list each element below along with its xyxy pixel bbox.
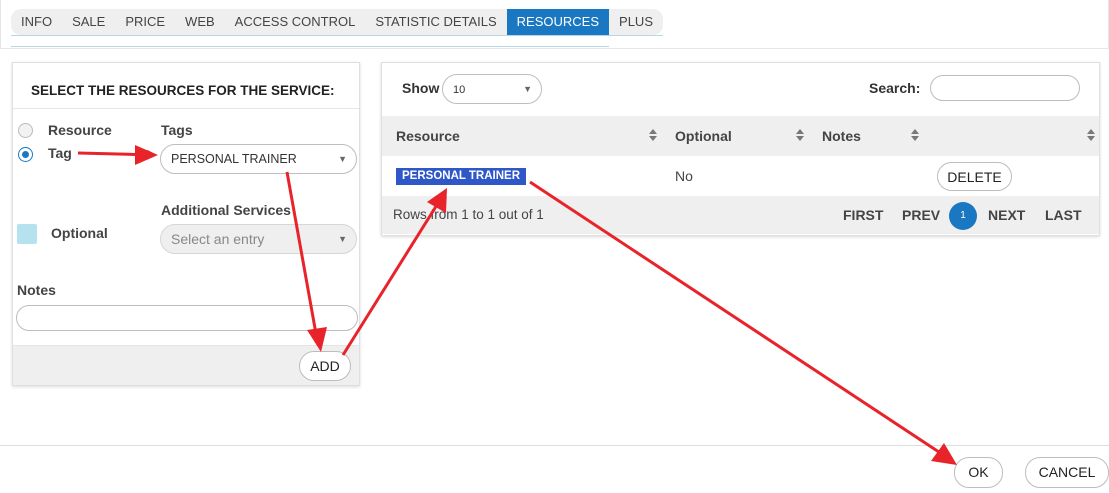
panel-footer: ADD bbox=[13, 345, 359, 385]
tab-web[interactable]: WEB bbox=[175, 9, 225, 35]
resources-table-panel: Show 10 ▼ Search: Resource Optional Note… bbox=[381, 62, 1100, 236]
table-row: PERSONAL TRAINER No DELETE bbox=[382, 156, 1099, 196]
radio-tag[interactable] bbox=[18, 147, 33, 162]
ok-button[interactable]: OK bbox=[954, 457, 1003, 488]
tags-label: Tags bbox=[161, 122, 193, 138]
sort-icon[interactable] bbox=[911, 128, 919, 142]
tab-price[interactable]: PRICE bbox=[115, 9, 176, 35]
tags-select[interactable]: PERSONAL TRAINER ▼ bbox=[160, 144, 357, 174]
pagination-first[interactable]: FIRST bbox=[843, 196, 883, 234]
additional-services-label: Additional Services bbox=[161, 202, 291, 218]
tab-resources[interactable]: RESOURCES bbox=[506, 9, 610, 35]
rows-info: Rows from 1 to 1 out of 1 bbox=[393, 207, 544, 222]
sort-icon[interactable] bbox=[796, 128, 804, 142]
panel-title: SELECT THE RESOURCES FOR THE SERVICE: bbox=[31, 83, 335, 98]
search-label: Search: bbox=[869, 80, 921, 96]
add-button[interactable]: ADD bbox=[299, 351, 351, 381]
optional-checkbox[interactable] bbox=[17, 224, 37, 244]
tab-statistic-details[interactable]: STATISTIC DETAILS bbox=[365, 9, 507, 35]
resource-selection-panel: SELECT THE RESOURCES FOR THE SERVICE: Re… bbox=[12, 62, 360, 386]
divider bbox=[13, 108, 359, 109]
pagination-current[interactable]: 1 bbox=[949, 202, 977, 230]
tags-select-value: PERSONAL TRAINER bbox=[171, 152, 297, 166]
radio-tag-label: Tag bbox=[48, 145, 72, 161]
dialog: INFO SALE PRICE WEB ACCESS CONTROL STATI… bbox=[0, 0, 1109, 493]
cancel-button[interactable]: CANCEL bbox=[1025, 457, 1109, 488]
sort-icon[interactable] bbox=[1087, 128, 1095, 142]
sort-icon[interactable] bbox=[649, 128, 657, 142]
additional-services-placeholder: Select an entry bbox=[171, 231, 265, 247]
column-header-optional[interactable]: Optional bbox=[675, 116, 732, 156]
additional-services-select: Select an entry ▼ bbox=[160, 224, 357, 254]
show-label: Show bbox=[402, 80, 440, 96]
tab-info[interactable]: INFO bbox=[11, 9, 63, 35]
tab-bar: INFO SALE PRICE WEB ACCESS CONTROL STATI… bbox=[11, 9, 663, 36]
page-size-value: 10 bbox=[453, 84, 466, 96]
optional-cell: No bbox=[675, 168, 693, 184]
footer-divider bbox=[0, 445, 1109, 446]
column-header-resource[interactable]: Resource bbox=[396, 116, 460, 156]
pagination-last[interactable]: LAST bbox=[1045, 196, 1082, 234]
tab-access-control[interactable]: ACCESS CONTROL bbox=[224, 9, 366, 35]
notes-input[interactable] bbox=[16, 305, 358, 331]
pagination-next[interactable]: NEXT bbox=[988, 196, 1025, 234]
column-header-notes[interactable]: Notes bbox=[822, 116, 861, 156]
radio-resource[interactable] bbox=[18, 123, 33, 138]
page-size-select[interactable]: 10 ▼ bbox=[442, 74, 542, 104]
resource-badge: PERSONAL TRAINER bbox=[396, 168, 526, 185]
table-footer: Rows from 1 to 1 out of 1 FIRST PREV 1 N… bbox=[382, 196, 1099, 234]
tab-plus[interactable]: PLUS bbox=[609, 9, 663, 35]
search-input[interactable] bbox=[930, 75, 1080, 101]
optional-label: Optional bbox=[51, 225, 108, 241]
delete-button[interactable]: DELETE bbox=[937, 162, 1012, 191]
notes-label: Notes bbox=[17, 282, 56, 298]
radio-resource-label: Resource bbox=[48, 122, 112, 138]
annotation-arrowhead bbox=[931, 443, 957, 465]
tab-sale[interactable]: SALE bbox=[62, 9, 116, 35]
tab-underline bbox=[11, 46, 609, 47]
chevron-down-icon: ▼ bbox=[338, 234, 347, 244]
chevron-down-icon: ▼ bbox=[523, 84, 532, 94]
table-header: Resource Optional Notes bbox=[382, 116, 1099, 156]
chevron-down-icon: ▼ bbox=[338, 154, 347, 164]
pagination-prev[interactable]: PREV bbox=[902, 196, 940, 234]
